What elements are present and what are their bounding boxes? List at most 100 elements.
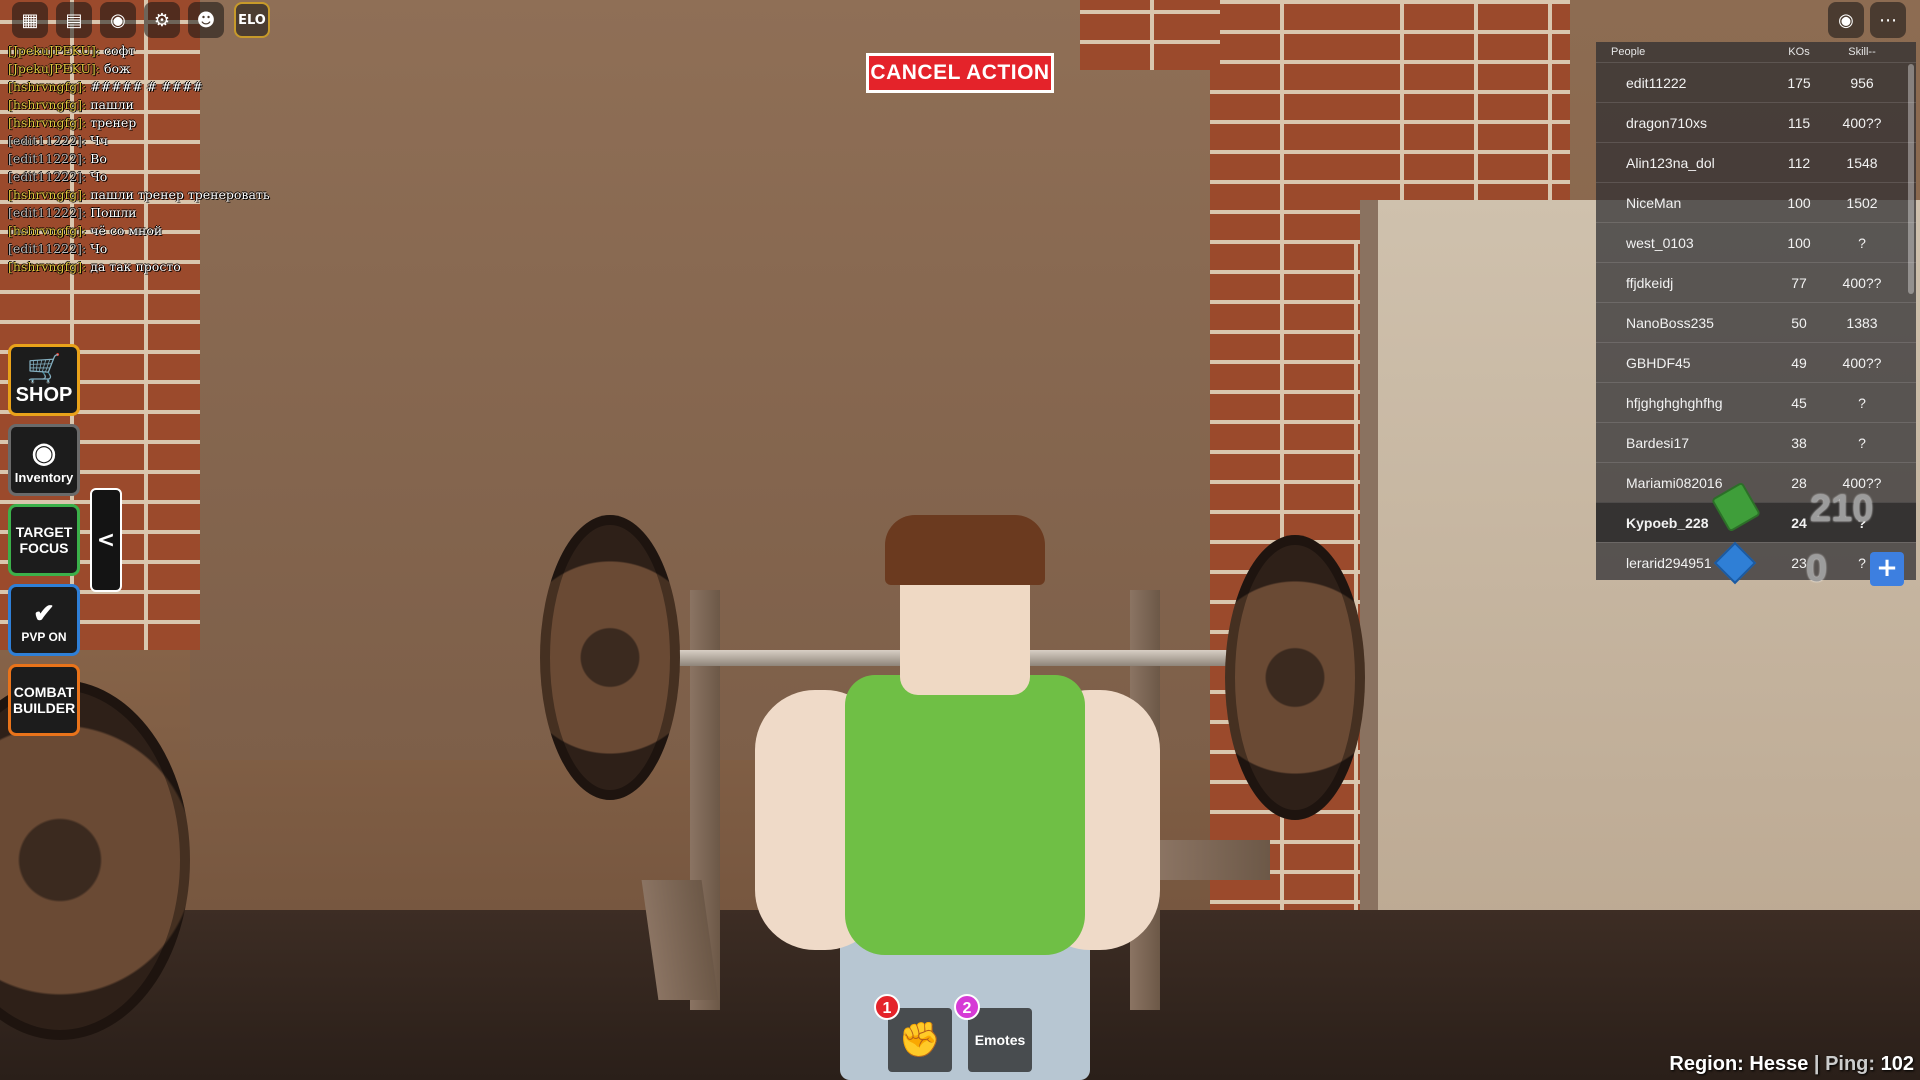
leaderboard-row[interactable]: NanoBoss235 50 1383 <box>1596 302 1916 342</box>
chat-author[interactable]: [JpekuJPEKU]: <box>8 43 100 58</box>
chat-author[interactable]: [hshrvngfg]: <box>8 223 86 238</box>
player-skill: 1502 <box>1846 194 1878 211</box>
leaderboard-row[interactable]: west_0103 100? <box>1596 222 1916 262</box>
chat-author[interactable]: [hshrvngfg]: <box>8 97 86 112</box>
hotbar-slot-1[interactable]: ✊ <box>888 1008 952 1072</box>
player-name: Bardesi17 <box>1626 434 1690 451</box>
hotbar-slot-1-number: 1 <box>874 994 900 1020</box>
shop-button[interactable]: 🛒 SHOP <box>8 344 80 416</box>
leaderboard-row[interactable]: dragon710xs 115 400?? <box>1596 102 1916 142</box>
chat-text: да так просто <box>90 259 181 274</box>
screenshot-icon[interactable]: ◉ <box>1828 2 1864 38</box>
player-kos: 112 <box>1787 154 1811 171</box>
player-skill: ? <box>1858 394 1866 411</box>
players-icon[interactable]: ☻ <box>188 2 224 38</box>
leaderboard-row[interactable]: NiceMan 100 1502 <box>1596 182 1916 222</box>
player-skill: 400?? <box>1842 114 1882 131</box>
chat-text: Чо <box>90 241 108 256</box>
player-skill: ? <box>1858 434 1866 451</box>
collapse-menu-button[interactable]: < <box>90 488 122 592</box>
chat-text: Пошли <box>90 205 137 220</box>
more-options-icon[interactable]: ⋯ <box>1870 2 1906 38</box>
player-kos: 175 <box>1787 74 1811 91</box>
chat-text: ##### # #### <box>90 79 203 94</box>
player-name: west_0103 <box>1626 234 1694 251</box>
leaderboard-row[interactable]: GBHDF45 49 400?? <box>1596 342 1916 382</box>
chat-message: [hshrvngfg]: пашли <box>8 96 338 114</box>
chat-text: софт <box>103 43 136 58</box>
target-focus-button[interactable]: TARGET FOCUS <box>8 504 80 576</box>
chat-message: [JpekuJPEKU]: софт <box>8 42 338 60</box>
player-skill: 1383 <box>1846 314 1878 331</box>
gem-amount: 0 <box>1806 548 1828 590</box>
camera-icon[interactable]: ◉ <box>100 2 136 38</box>
player-kos: 45 <box>1791 394 1807 411</box>
chat-text: Чч <box>90 133 109 148</box>
hotbar-slot-2[interactable]: Emotes <box>968 1008 1032 1072</box>
leaderboard-row[interactable]: ffjdkeidj 77 400?? <box>1596 262 1916 302</box>
leaderboard-scrollbar[interactable] <box>1908 64 1914 294</box>
player-kos: 77 <box>1791 274 1807 291</box>
leaderboard-row[interactable]: Bardesi17 38? <box>1596 422 1916 462</box>
chat-text: пашли <box>90 97 134 112</box>
chat-message: [hshrvngfg]: пашли тренер тренеровать <box>8 186 338 204</box>
region-value: Hesse <box>1749 1053 1809 1075</box>
chat-author[interactable]: [edit11222]: <box>8 151 86 166</box>
ping-value: 102 <box>1880 1053 1914 1075</box>
chat-text: чё со мной <box>90 223 163 238</box>
player-name: GBHDF45 <box>1626 354 1691 371</box>
player-kos: 50 <box>1791 314 1807 331</box>
chat-author[interactable]: [edit11222]: <box>8 169 86 184</box>
player-name: dragon710xs <box>1626 114 1707 131</box>
leaderboard-row[interactable]: hfjghghghghfhg 45? <box>1596 382 1916 422</box>
chat-author[interactable]: [hshrvngfg]: <box>8 187 86 202</box>
leaderboard-row[interactable]: edit11222 175 956 <box>1596 62 1916 102</box>
player-name: edit11222 <box>1626 74 1687 91</box>
chat-author[interactable]: [JpekuJPEKU]: <box>8 61 100 76</box>
chat-author[interactable]: [edit11222]: <box>8 241 86 256</box>
header-people: People <box>1611 46 1646 58</box>
chat-message: [edit11222]: Во <box>8 150 338 168</box>
shop-label: SHOP <box>15 383 73 406</box>
pvp-label: PVP ON <box>21 630 67 644</box>
gear-icon[interactable]: ⚙ <box>144 2 180 38</box>
chat-message: [hshrvngfg]: тренер <box>8 114 338 132</box>
chat-message: [edit11222]: Чч <box>8 132 338 150</box>
player-name: Alin123na_dol <box>1626 154 1715 171</box>
region-label: Region: <box>1669 1053 1744 1075</box>
chat-text: пашли тренер тренеровать <box>90 187 270 202</box>
player-kos: 100 <box>1787 194 1811 211</box>
target-focus-label: TARGET FOCUS <box>15 524 73 556</box>
chat-author[interactable]: [edit11222]: <box>8 133 86 148</box>
player-skill: 400?? <box>1842 354 1882 371</box>
avatar-hair <box>885 515 1045 585</box>
boxing-gloves-icon: ◉ <box>31 436 57 468</box>
chat-author[interactable]: [hshrvngfg]: <box>8 115 86 130</box>
player-kos: 49 <box>1791 354 1807 371</box>
cancel-action-button[interactable]: CANCEL ACTION <box>866 53 1054 93</box>
player-name: NiceMan <box>1626 194 1682 211</box>
player-kos: 38 <box>1791 434 1807 451</box>
roblox-menu-icon[interactable]: ▦ <box>12 2 48 38</box>
player-kos: 100 <box>1787 234 1811 251</box>
inventory-button[interactable]: ◉ Inventory <box>8 424 80 496</box>
buy-currency-button[interactable]: + <box>1870 552 1904 586</box>
barbell-plate-right <box>1225 535 1365 820</box>
leaderboard-row[interactable]: Alin123na_dol 112 1548 <box>1596 142 1916 182</box>
chat-author[interactable]: [hshrvngfg]: <box>8 79 86 94</box>
chat-log: [JpekuJPEKU]: софт [JpekuJPEKU]: бож [hshr… <box>8 42 338 276</box>
chat-author[interactable]: [edit11222]: <box>8 205 86 220</box>
chat-message: [hshrvngfg]: ##### # #### <box>8 78 338 96</box>
combat-builder-button[interactable]: COMBAT BUILDER <box>8 664 80 736</box>
chat-message: [edit11222]: Чо <box>8 240 338 258</box>
elo-button[interactable]: ELO <box>234 2 270 38</box>
chat-message: [edit11222]: Чо <box>8 168 338 186</box>
pvp-toggle-button[interactable]: ✔ PVP ON <box>8 584 80 656</box>
chat-toggle-icon[interactable]: ▤ <box>56 2 92 38</box>
chat-author[interactable]: [hshrvngfg]: <box>8 259 86 274</box>
chat-text: тренер <box>90 115 137 130</box>
player-name: NanoBoss235 <box>1626 314 1714 331</box>
hotbar-slot-2-number: 2 <box>954 994 980 1020</box>
chat-text: Чо <box>90 169 108 184</box>
chat-message: [JpekuJPEKU]: бож <box>8 60 338 78</box>
